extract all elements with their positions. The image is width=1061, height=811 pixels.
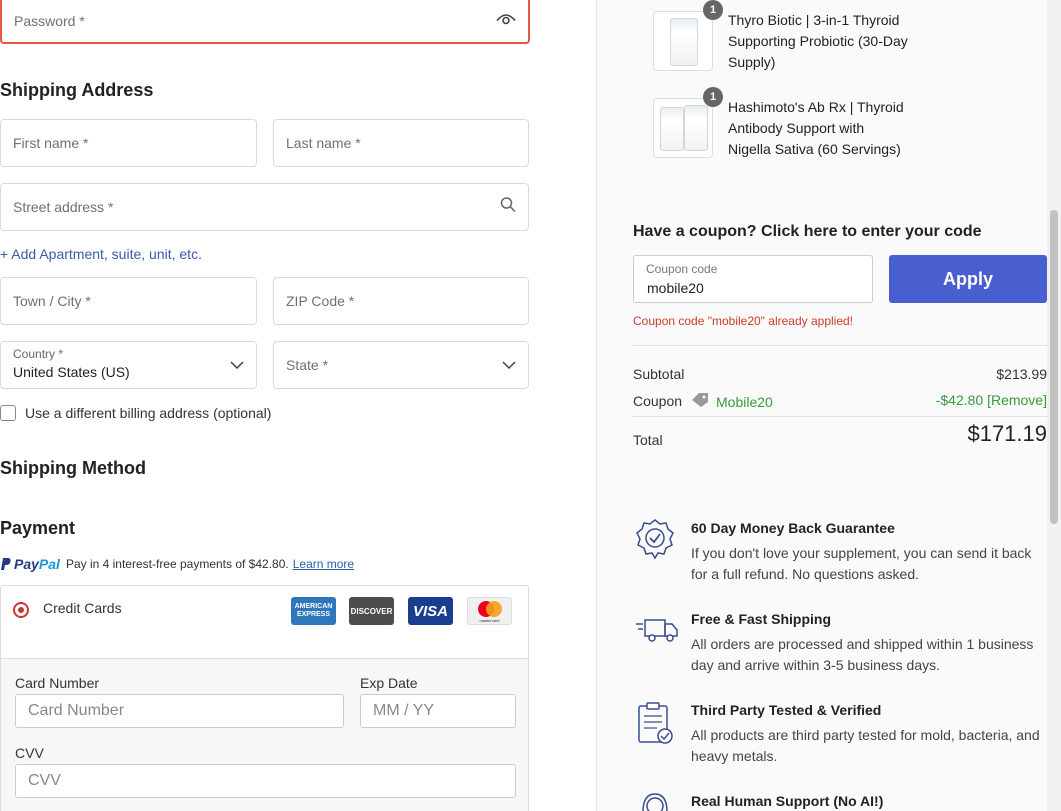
- visa-text: VISA: [412, 602, 448, 620]
- last-name-field[interactable]: Last name *: [273, 119, 529, 167]
- card-number-label: Card Number: [15, 675, 100, 691]
- billing-address-checkbox[interactable]: [0, 405, 16, 421]
- visa-logo: VISA: [408, 597, 453, 625]
- feature-title: Third Party Tested & Verified: [691, 702, 882, 718]
- divider: [633, 416, 1047, 417]
- card-number-placeholder: Card Number: [28, 702, 125, 719]
- chevron-down-icon: [502, 356, 516, 374]
- paypal-logo: PayPal: [0, 556, 60, 572]
- coupon-error-message: Coupon code "mobile20" already applied!: [633, 314, 854, 328]
- quantity-badge: 1: [703, 87, 723, 107]
- checkout-form: Password * Shipping Address First name *…: [0, 0, 596, 811]
- eye-icon[interactable]: [496, 12, 516, 31]
- search-icon: [500, 197, 516, 218]
- country-value: United States (US): [13, 364, 130, 380]
- first-name-field[interactable]: First name *: [0, 119, 257, 167]
- street-placeholder: Street address *: [13, 199, 114, 215]
- subtotal-label: Subtotal: [633, 366, 685, 382]
- state-select[interactable]: State *: [273, 341, 529, 389]
- amex-logo: AMERICAN EXPRESS: [291, 597, 336, 625]
- quantity-badge: 1: [703, 0, 723, 20]
- coupon-code-applied: Mobile20: [716, 394, 773, 410]
- product-name: Hashimoto's Ab Rx | Thyroid Antibody Sup…: [728, 99, 904, 157]
- total-value: $171.19: [967, 421, 1047, 446]
- paypal-logo-part1: Pay: [14, 556, 39, 572]
- product-image: [653, 98, 713, 158]
- coupon-toggle-link[interactable]: Have a coupon? Click here to enter your …: [633, 223, 982, 241]
- mastercard-logo: mastercard: [467, 597, 512, 625]
- total-label: Total: [633, 432, 663, 448]
- country-label: Country *: [13, 347, 64, 361]
- zip-code-field[interactable]: ZIP Code *: [273, 277, 529, 325]
- scrollbar-thumb[interactable]: [1050, 210, 1058, 524]
- chevron-down-icon: [230, 356, 244, 374]
- country-select[interactable]: Country * United States (US): [0, 341, 257, 389]
- coupon-field-value: mobile20: [647, 280, 704, 296]
- town-city-field[interactable]: Town / City *: [0, 277, 257, 325]
- coupon-code-input[interactable]: Coupon code mobile20: [633, 255, 873, 303]
- paypal-text: Pay in 4 interest-free payments of $42.8…: [65, 557, 289, 571]
- tag-icon: [691, 392, 709, 413]
- first-name-placeholder: First name *: [13, 135, 89, 151]
- last-name-placeholder: Last name *: [286, 135, 361, 151]
- discover-text: DISCOVER: [350, 606, 393, 616]
- card-number-input[interactable]: Card Number: [15, 694, 344, 728]
- order-summary: 1 Thyro Biotic | 3-in-1 Thyroid Supporti…: [596, 0, 1061, 811]
- product-name: Thyro Biotic | 3-in-1 Thyroid Supporting…: [728, 12, 908, 70]
- exp-date-placeholder: MM / YY: [373, 702, 435, 719]
- cvv-placeholder: CVV: [28, 772, 61, 789]
- coupon-field-label: Coupon code: [646, 262, 718, 276]
- street-address-field[interactable]: Street address *: [0, 183, 529, 231]
- credit-card-option[interactable]: Credit Cards AMERICAN EXPRESS DISCOVER V…: [1, 586, 528, 659]
- discover-logo: DISCOVER: [349, 597, 394, 625]
- credit-cards-label[interactable]: Credit Cards: [43, 600, 122, 616]
- feature-text: If you don't love your supplement, you c…: [691, 545, 1032, 582]
- add-apartment-link[interactable]: + Add Apartment, suite, unit, etc.: [0, 246, 202, 262]
- zip-placeholder: ZIP Code *: [286, 293, 355, 309]
- clipboard-check-icon: [635, 702, 675, 746]
- billing-address-label[interactable]: Use a different billing address (optiona…: [25, 405, 271, 421]
- feature-text: All products are third party tested for …: [691, 727, 1040, 764]
- divider: [633, 345, 1047, 346]
- credit-card-radio[interactable]: [13, 602, 29, 618]
- paypal-message: PayPal Pay in 4 interest-free payments o…: [0, 555, 354, 573]
- feature-title: Real Human Support (No AI!): [691, 793, 884, 809]
- feature-title: 60 Day Money Back Guarantee: [691, 520, 895, 536]
- exp-date-label: Exp Date: [360, 675, 418, 691]
- shipping-address-title: Shipping Address: [0, 80, 154, 100]
- cvv-label: CVV: [15, 745, 44, 761]
- mastercard-text: mastercard: [479, 617, 500, 623]
- password-field[interactable]: Password *: [0, 0, 530, 44]
- town-placeholder: Town / City *: [13, 293, 91, 309]
- state-placeholder: State *: [286, 357, 329, 373]
- delivery-truck-icon: [635, 614, 678, 658]
- scrollbar[interactable]: [1047, 0, 1061, 811]
- payment-method-box: Credit Cards AMERICAN EXPRESS DISCOVER V…: [0, 585, 529, 811]
- password-placeholder: Password *: [14, 13, 85, 29]
- support-agent-icon: [635, 792, 675, 811]
- coupon-row-label: Coupon: [633, 393, 683, 409]
- shipping-method-title: Shipping Method: [0, 458, 146, 478]
- feature-text: All orders are processed and shipped wit…: [691, 636, 1034, 673]
- coupon-discount-remove[interactable]: -$42.80 [Remove]: [936, 392, 1047, 408]
- paypal-logo-part2: Pal: [38, 556, 60, 572]
- badge-check-icon: [635, 518, 675, 562]
- exp-date-input[interactable]: MM / YY: [360, 694, 516, 728]
- cvv-input[interactable]: CVV: [15, 764, 516, 798]
- product-image: [653, 11, 713, 71]
- feature-title: Free & Fast Shipping: [691, 611, 832, 627]
- subtotal-value: $213.99: [996, 366, 1047, 382]
- card-details: Card Number Card Number Exp Date MM / YY…: [1, 659, 528, 811]
- apply-coupon-button[interactable]: Apply: [889, 255, 1047, 303]
- payment-title: Payment: [0, 518, 76, 538]
- paypal-learn-more-link[interactable]: Learn more: [293, 557, 354, 571]
